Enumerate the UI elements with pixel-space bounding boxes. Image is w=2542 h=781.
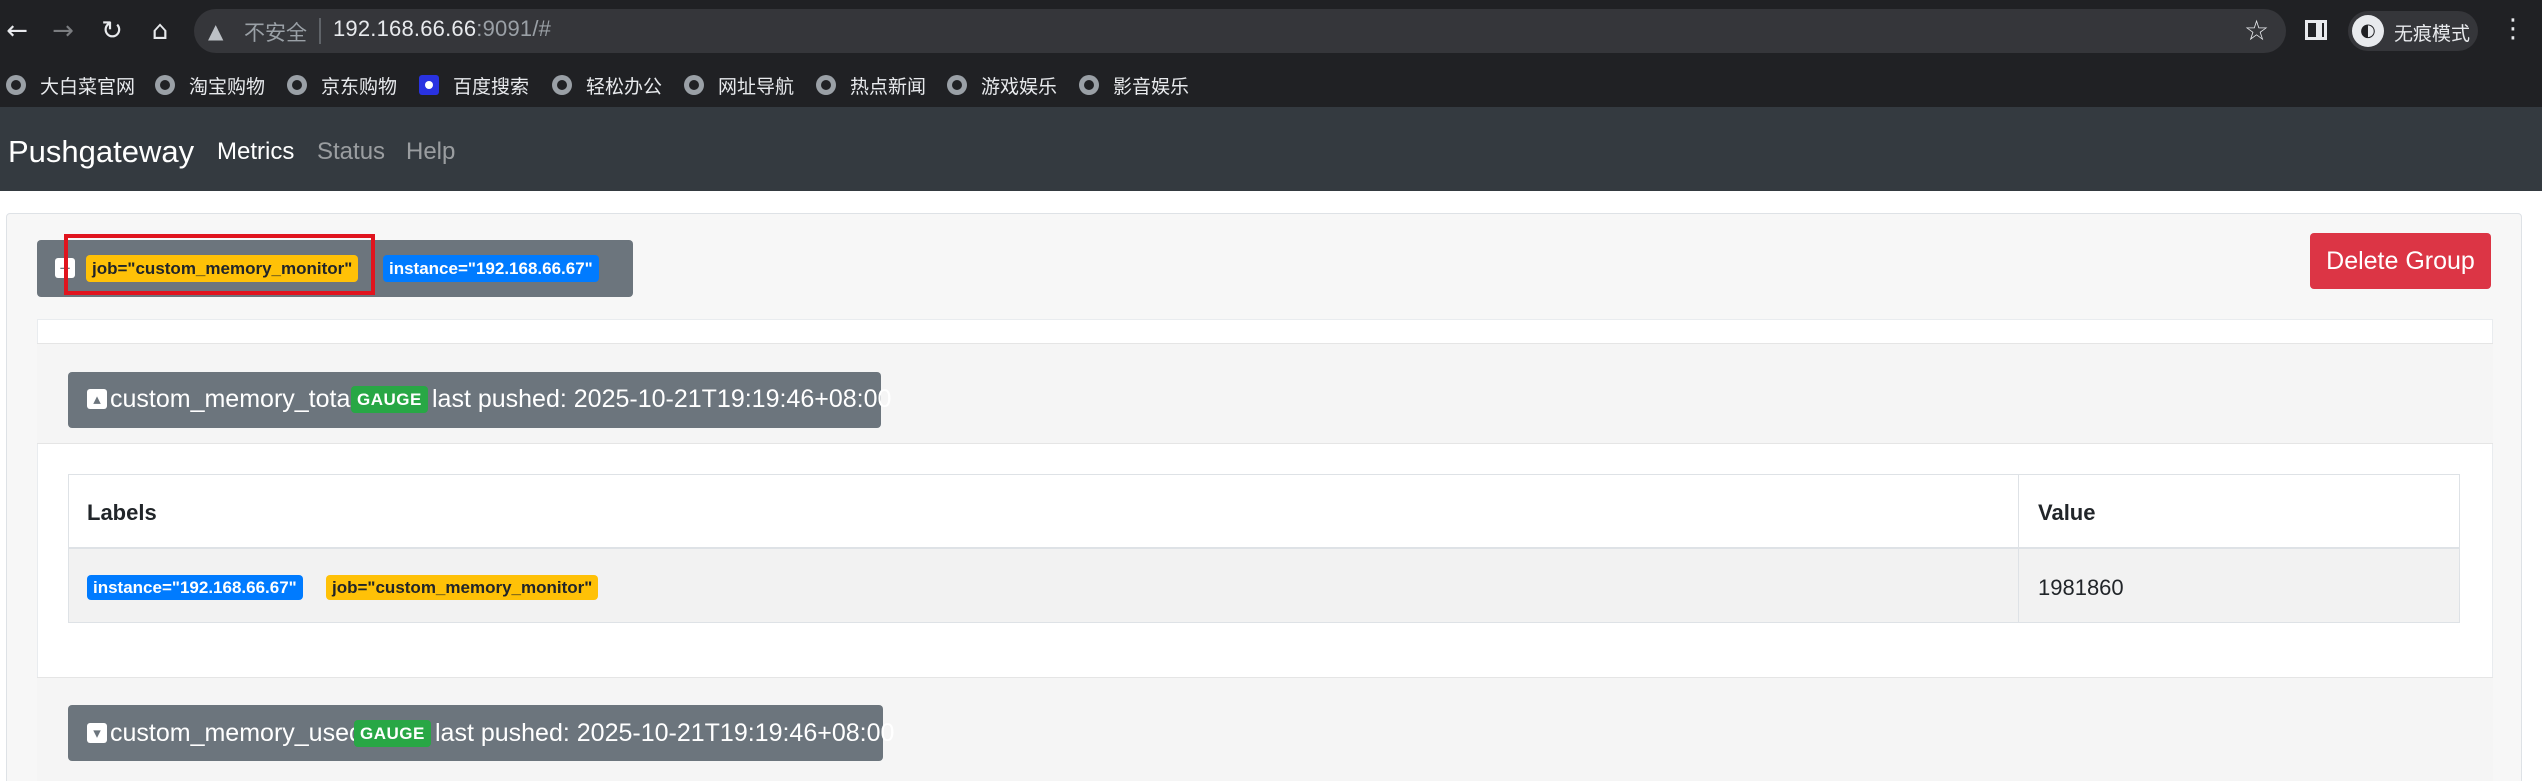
bookmark-item[interactable]: 轻松办公 xyxy=(552,70,662,100)
highlight-annotation xyxy=(64,234,375,295)
star-icon[interactable]: ☆ xyxy=(2244,14,2269,47)
value-header: Value xyxy=(2038,500,2096,525)
bookmark-label: 网址导航 xyxy=(718,76,795,98)
incognito-icon: ◐ xyxy=(2352,15,2384,47)
bookmark-label: 百度搜索 xyxy=(453,76,530,98)
bookmark-label: 影音娱乐 xyxy=(1113,76,1190,98)
bookmark-label: 大白菜官网 xyxy=(40,76,136,98)
globe-icon xyxy=(287,75,307,95)
forward-icon[interactable]: → xyxy=(48,16,78,46)
nav-status[interactable]: Status xyxy=(317,138,385,166)
bookmark-item[interactable]: 网址导航 xyxy=(684,70,794,100)
metric-last-pushed: last pushed: 2025-10-21T19:19:46+08:00 xyxy=(435,719,895,747)
nav-metrics[interactable]: Metrics xyxy=(217,138,294,166)
home-icon[interactable]: ⌂ xyxy=(145,16,175,46)
globe-icon xyxy=(155,75,175,95)
bookmark-label: 热点新闻 xyxy=(850,76,927,98)
bookmark-item[interactable]: 游戏娱乐 xyxy=(947,70,1057,100)
insecure-label[interactable]: 不安全 xyxy=(244,17,307,47)
chevron-down-icon[interactable]: ▾ xyxy=(87,723,107,743)
bookmark-item[interactable]: 京东购物 xyxy=(287,70,397,100)
table-header-row xyxy=(68,474,2460,549)
bookmark-label: 京东购物 xyxy=(321,76,398,98)
bookmark-label: 轻松办公 xyxy=(586,76,663,98)
globe-icon xyxy=(6,75,26,95)
globe-icon xyxy=(684,75,704,95)
address-separator xyxy=(319,18,321,44)
url-text[interactable]: 192.168.66.66:9091/# xyxy=(333,16,551,42)
bookmark-item[interactable]: 百度搜索 xyxy=(419,70,529,100)
labels-header: Labels xyxy=(87,500,157,525)
bookmark-item[interactable]: 影音娱乐 xyxy=(1079,70,1189,100)
metric-name: custom_memory_used xyxy=(110,719,363,747)
chevron-up-icon[interactable]: ▴ xyxy=(87,389,107,409)
globe-icon xyxy=(1079,75,1099,95)
instance-label-badge: instance="192.168.66.67" xyxy=(383,255,599,282)
bookmark-item[interactable]: 淘宝购物 xyxy=(155,70,265,100)
back-icon[interactable]: ← xyxy=(2,16,32,46)
job-label-badge: job="custom_memory_monitor" xyxy=(326,575,599,600)
bookmark-label: 淘宝购物 xyxy=(189,76,266,98)
delete-group-button[interactable]: Delete Group xyxy=(2310,233,2491,289)
metric-name: custom_memory_total xyxy=(110,385,356,413)
url-host: 192.168.66.66 xyxy=(333,16,477,41)
bookmark-item[interactable]: 热点新闻 xyxy=(816,70,926,100)
instance-label-badge: instance="192.168.66.67" xyxy=(87,575,303,600)
globe-icon xyxy=(947,75,967,95)
metric-type-badge: GAUGE xyxy=(354,720,431,747)
reload-icon[interactable]: ↻ xyxy=(97,16,127,46)
globe-icon xyxy=(816,75,836,95)
url-path: :9091/# xyxy=(476,16,552,41)
globe-icon xyxy=(552,75,572,95)
metric-last-pushed: last pushed: 2025-10-21T19:19:46+08:00 xyxy=(432,385,892,413)
menu-icon[interactable]: ⋮ xyxy=(2500,14,2526,44)
metric-type-badge: GAUGE xyxy=(351,386,428,413)
brand-link[interactable]: Pushgateway xyxy=(8,134,194,170)
column-divider xyxy=(2018,474,2019,623)
metric-value: 1981860 xyxy=(2038,575,2124,600)
sidepanel-icon[interactable] xyxy=(2305,20,2327,40)
baidu-icon xyxy=(419,75,439,95)
nav-help[interactable]: Help xyxy=(406,138,455,166)
warning-icon[interactable]: ▲ xyxy=(208,19,223,43)
incognito-label: 无痕模式 xyxy=(2394,24,2471,45)
bookmark-item[interactable]: 大白菜官网 xyxy=(6,70,135,100)
bookmark-label: 游戏娱乐 xyxy=(981,76,1058,98)
